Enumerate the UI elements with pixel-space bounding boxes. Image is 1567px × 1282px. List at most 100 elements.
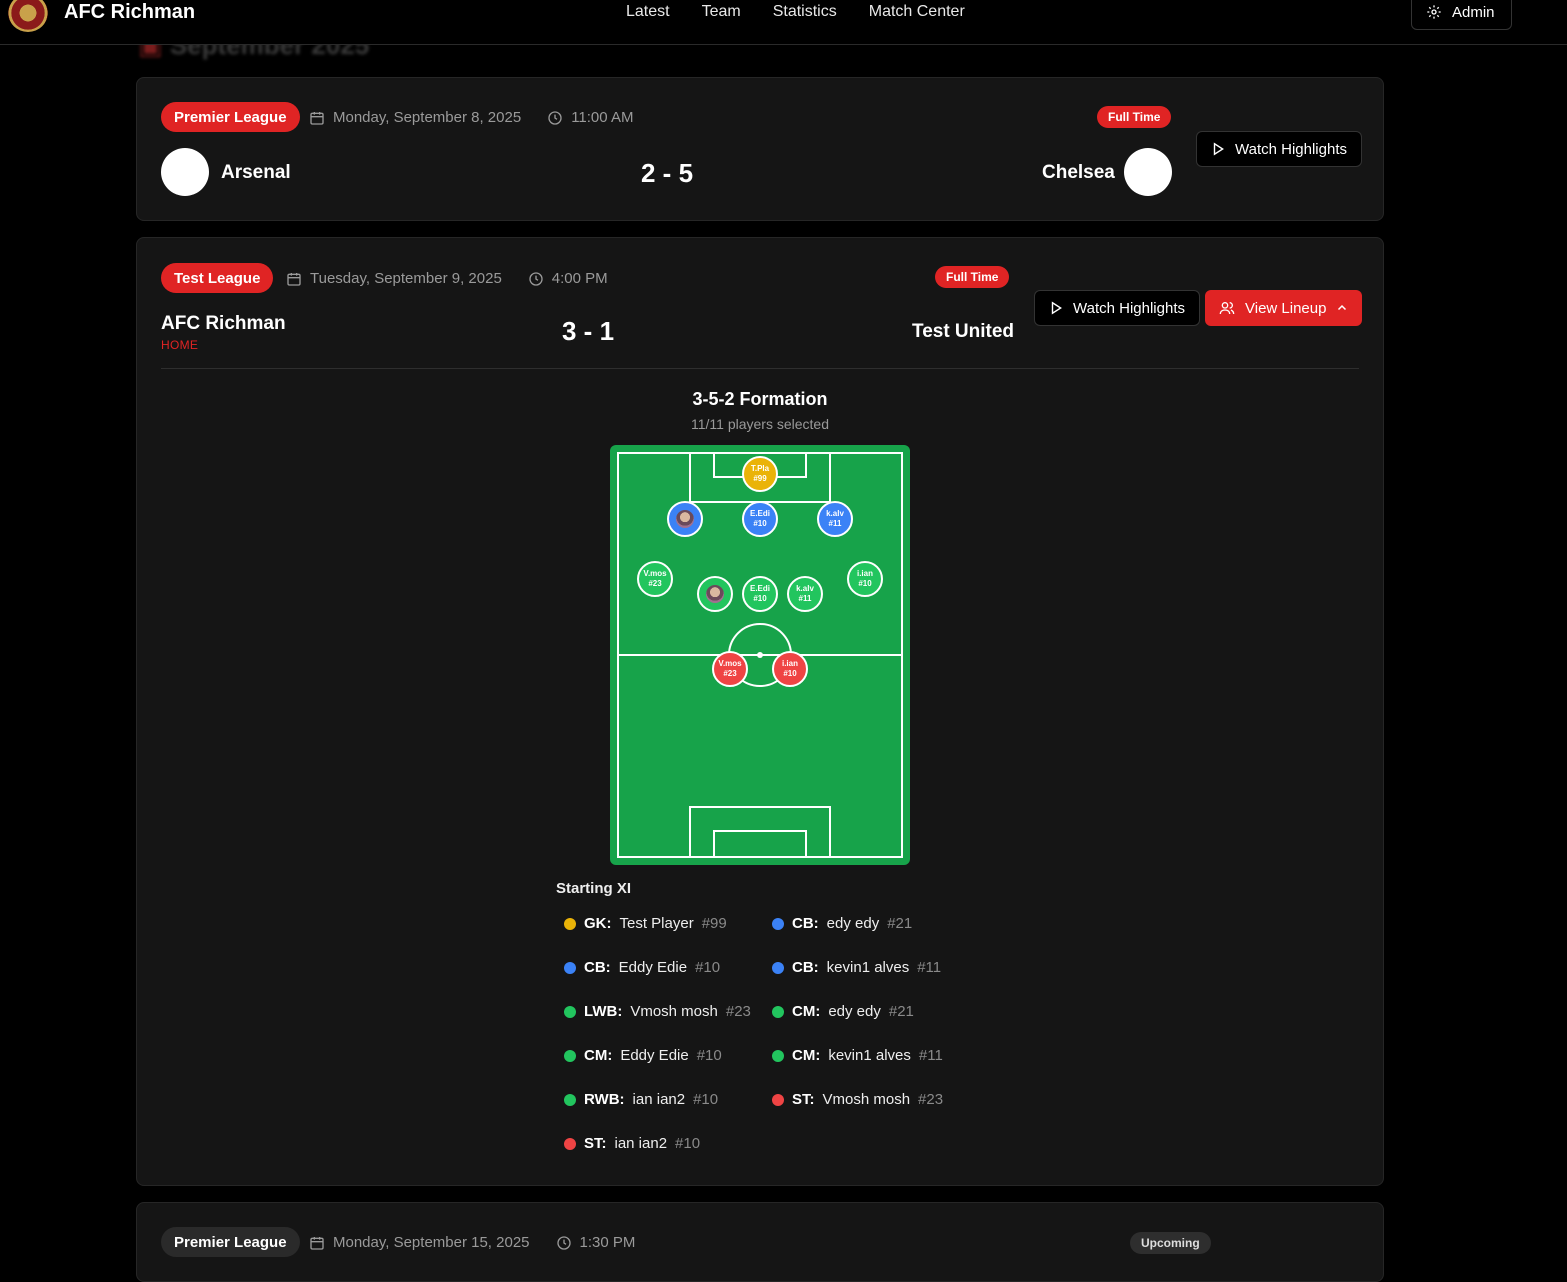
xi-position: RWB: bbox=[584, 1091, 625, 1108]
position-dot bbox=[564, 1005, 576, 1018]
match-time: 11:00 AM bbox=[571, 109, 634, 126]
xi-position: GK: bbox=[584, 915, 612, 932]
xi-position: CB: bbox=[584, 959, 611, 976]
nav-match-center[interactable]: Match Center bbox=[869, 3, 965, 21]
away-team-name: Chelsea bbox=[1042, 162, 1115, 183]
position-dot bbox=[772, 917, 784, 930]
pitch-player-label: k.alv #11 bbox=[826, 509, 844, 528]
xi-player-name: ian ian2 bbox=[632, 1091, 686, 1108]
xi-player-name: Vmosh mosh bbox=[822, 1091, 911, 1108]
starting-xi-item: RWB: ian ian2 #10 bbox=[564, 1091, 718, 1108]
match-time: 1:30 PM bbox=[579, 1234, 636, 1251]
pitch-player-cm[interactable] bbox=[697, 576, 733, 612]
users-icon bbox=[1219, 300, 1235, 316]
nav-team[interactable]: Team bbox=[702, 3, 741, 21]
xi-player-name: kevin1 alves bbox=[828, 1047, 911, 1064]
watch-highlights-label: Watch Highlights bbox=[1235, 140, 1347, 158]
status-badge: Full Time bbox=[935, 266, 1010, 288]
clock-icon bbox=[528, 271, 544, 287]
chevron-up-icon bbox=[1336, 302, 1348, 314]
xi-position: CM: bbox=[792, 1047, 821, 1064]
xi-position: CB: bbox=[792, 915, 819, 932]
league-badge: Test League bbox=[161, 263, 274, 293]
match-card: Premier League Monday, September 8, 2025… bbox=[136, 77, 1384, 221]
league-badge: Premier League bbox=[161, 1227, 300, 1257]
view-lineup-button[interactable]: View Lineup bbox=[1205, 290, 1363, 326]
watch-highlights-button[interactable]: Watch Highlights bbox=[1034, 290, 1200, 326]
pitch-player-cb[interactable]: k.alv #11 bbox=[817, 501, 853, 537]
xi-player-name: edy edy bbox=[828, 1003, 881, 1020]
brand-name[interactable]: AFC Richman bbox=[64, 1, 195, 24]
xi-player-name: Eddy Edie bbox=[620, 1047, 689, 1064]
away-team-name: Test United bbox=[912, 321, 1015, 342]
pitch-player-cb[interactable] bbox=[667, 501, 703, 537]
xi-player-number: #11 bbox=[917, 959, 942, 976]
xi-player-number: #21 bbox=[888, 1003, 914, 1020]
clock-icon bbox=[556, 1235, 572, 1251]
pitch-player-label: E.Edi #10 bbox=[749, 509, 770, 528]
nav-latest[interactable]: Latest bbox=[626, 3, 670, 21]
top-nav-bar: AFC Richman Latest Team Statistics Match… bbox=[0, 0, 1567, 45]
admin-label: Admin bbox=[1452, 3, 1495, 21]
starting-xi-item: CB: Eddy Edie #10 bbox=[564, 959, 720, 976]
xi-position: LWB: bbox=[584, 1003, 623, 1020]
watch-highlights-button[interactable]: Watch Highlights bbox=[1196, 131, 1362, 167]
pitch-player-st[interactable]: i.ian #10 bbox=[772, 651, 808, 687]
pitch-player-label: V.mos #23 bbox=[718, 659, 742, 678]
pitch-player-rwb[interactable]: i.ian #10 bbox=[847, 561, 883, 597]
pitch-player-cb[interactable]: E.Edi #10 bbox=[742, 501, 778, 537]
league-badge: Premier League bbox=[161, 102, 300, 132]
play-icon bbox=[1211, 142, 1225, 156]
position-dot bbox=[564, 1137, 576, 1150]
calendar-icon bbox=[286, 271, 302, 287]
status-badge: Upcoming bbox=[1130, 1232, 1211, 1254]
home-team-name: Arsenal bbox=[221, 162, 291, 183]
xi-player-name: edy edy bbox=[826, 915, 880, 932]
match-meta: Tuesday, September 9, 2025 4:00 PM bbox=[286, 270, 608, 287]
xi-player-number: #10 bbox=[693, 1091, 719, 1108]
pitch-player-cm[interactable]: E.Edi #10 bbox=[742, 576, 778, 612]
xi-position: ST: bbox=[792, 1091, 815, 1108]
calendar-icon bbox=[309, 110, 325, 126]
pitch-player-lwb[interactable]: V.mos #23 bbox=[637, 561, 673, 597]
nav-statistics[interactable]: Statistics bbox=[773, 3, 837, 21]
home-tag: HOME bbox=[161, 338, 199, 352]
admin-button[interactable]: Admin bbox=[1411, 0, 1512, 30]
xi-player-number: #10 bbox=[696, 1047, 722, 1064]
view-lineup-label: View Lineup bbox=[1245, 299, 1327, 317]
starting-xi-item: ST: ian ian2 #10 bbox=[564, 1135, 700, 1152]
starting-xi-item: ST: Vmosh mosh #23 bbox=[772, 1091, 943, 1108]
pitch-player-st[interactable]: V.mos #23 bbox=[712, 651, 748, 687]
match-score: 3 - 1 bbox=[562, 316, 615, 346]
match-card-expanded: Test League Tuesday, September 9, 2025 4… bbox=[136, 237, 1384, 1186]
match-card: Premier League Monday, September 15, 202… bbox=[136, 1202, 1384, 1282]
gear-icon bbox=[1426, 4, 1442, 20]
position-dot bbox=[772, 1049, 784, 1062]
pitch-player-cm[interactable]: k.alv #11 bbox=[787, 576, 823, 612]
match-date: Tuesday, September 9, 2025 bbox=[310, 270, 502, 287]
pitch-player-label: i.ian #10 bbox=[781, 659, 798, 678]
starting-xi-item: CM: Eddy Edie #10 bbox=[564, 1047, 722, 1064]
formation-subtitle: 11/11 players selected bbox=[690, 416, 829, 432]
position-dot bbox=[564, 961, 576, 974]
match-meta: Monday, September 15, 2025 1:30 PM bbox=[309, 1234, 635, 1251]
club-logo[interactable] bbox=[8, 0, 48, 32]
xi-player-number: #10 bbox=[675, 1135, 701, 1152]
pitch-player-label: V.mos #23 bbox=[643, 569, 667, 588]
main-nav: Latest Team Statistics Match Center bbox=[626, 3, 965, 21]
match-date: Monday, September 8, 2025 bbox=[333, 109, 522, 126]
formation-title: 3-5-2 Formation bbox=[692, 389, 828, 409]
player-avatar bbox=[676, 510, 694, 528]
xi-player-name: Test Player bbox=[619, 915, 694, 932]
match-score: 2 - 5 bbox=[641, 158, 694, 188]
starting-xi-item: CM: kevin1 alves #11 bbox=[772, 1047, 943, 1064]
xi-player-number: #23 bbox=[918, 1091, 944, 1108]
xi-player-name: Eddy Edie bbox=[618, 959, 688, 976]
xi-position: CM: bbox=[792, 1003, 821, 1020]
starting-xi-title: Starting XI bbox=[556, 880, 632, 897]
calendar-icon bbox=[309, 1235, 325, 1251]
position-dot bbox=[564, 1093, 576, 1106]
pitch-player-gk[interactable]: T.Pla #99 bbox=[742, 456, 778, 492]
starting-xi-item: GK: Test Player #99 bbox=[564, 915, 727, 932]
xi-player-number: #21 bbox=[887, 915, 913, 932]
